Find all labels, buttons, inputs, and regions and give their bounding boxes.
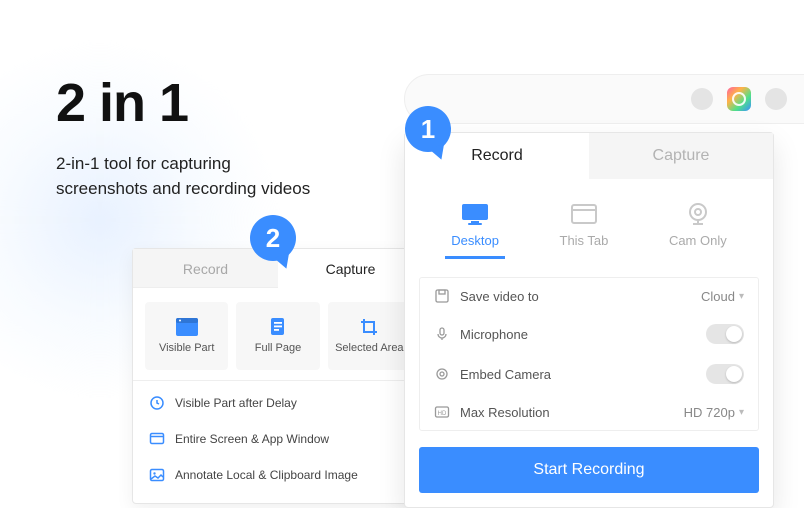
- webcam-icon: [682, 201, 714, 227]
- setting-value[interactable]: Cloud ▾: [701, 289, 744, 304]
- crop-icon: [358, 318, 380, 336]
- desktop-icon: [459, 201, 491, 227]
- extension-icon[interactable]: [727, 87, 751, 111]
- callout-badge-2: 2: [250, 215, 296, 261]
- setting-microphone: Microphone: [420, 314, 758, 354]
- toolbar-placeholder-dot: [765, 88, 787, 110]
- tab-capture[interactable]: Capture: [589, 133, 773, 179]
- capture-card-label: Selected Area: [335, 342, 404, 354]
- capture-card-label: Full Page: [255, 342, 301, 354]
- tab-icon: [568, 201, 600, 227]
- capture-visible-part[interactable]: Visible Part: [145, 302, 228, 370]
- source-desktop[interactable]: Desktop: [445, 197, 505, 259]
- setting-label: Max Resolution: [460, 405, 550, 420]
- capture-annotate[interactable]: Annotate Local & Clipboard Image: [133, 457, 423, 493]
- capture-card-label: Visible Part: [159, 342, 214, 354]
- capture-selected-area[interactable]: Selected Area: [328, 302, 411, 370]
- record-settings: Save video to Cloud ▾ Microphone Embed C…: [419, 277, 759, 431]
- setting-embed-camera: Embed Camera: [420, 354, 758, 394]
- setting-label: Embed Camera: [460, 367, 551, 382]
- save-value-text: Cloud: [701, 289, 735, 304]
- capture-entire-screen[interactable]: Entire Screen & App Window: [133, 421, 423, 457]
- microphone-icon: [434, 326, 450, 342]
- source-label: Cam Only: [669, 233, 727, 248]
- save-icon: [434, 288, 450, 304]
- hero-subtitle-line1: 2-in-1 tool for capturing: [56, 152, 310, 177]
- capture-list: Visible Part after Delay Entire Screen &…: [133, 380, 423, 503]
- capture-item-label: Entire Screen & App Window: [175, 432, 329, 446]
- hero-title: 2 in 1: [56, 72, 310, 134]
- capture-item-label: Annotate Local & Clipboard Image: [175, 468, 358, 482]
- setting-label: Save video to: [460, 289, 539, 304]
- capture-item-label: Visible Part after Delay: [175, 396, 297, 410]
- hd-icon: HD: [434, 404, 450, 420]
- tab-capture[interactable]: Capture: [278, 249, 423, 288]
- chevron-down-icon: ▾: [739, 407, 744, 418]
- window-icon: [149, 431, 165, 447]
- setting-save-to[interactable]: Save video to Cloud ▾: [420, 278, 758, 314]
- camera-icon: [434, 366, 450, 382]
- camera-toggle[interactable]: [706, 364, 744, 384]
- source-label: This Tab: [560, 233, 609, 248]
- hero-subtitle: 2-in-1 tool for capturing screenshots an…: [56, 152, 310, 201]
- record-tabs: Record Capture: [405, 133, 773, 179]
- microphone-toggle[interactable]: [706, 324, 744, 344]
- hero: 2 in 1 2-in-1 tool for capturing screens…: [56, 72, 310, 201]
- svg-text:HD: HD: [438, 411, 447, 417]
- image-icon: [149, 467, 165, 483]
- setting-value[interactable]: HD 720p ▾: [684, 405, 744, 420]
- callout-badge-1: 1: [405, 106, 451, 152]
- hero-subtitle-line2: screenshots and recording videos: [56, 177, 310, 202]
- resolution-value-text: HD 720p: [684, 405, 735, 420]
- source-this-tab[interactable]: This Tab: [554, 197, 615, 259]
- capture-mode-row: Visible Part Full Page Selected Area: [133, 288, 423, 380]
- setting-label: Microphone: [460, 327, 528, 342]
- capture-panel: Record Capture Visible Part Full Page Se…: [132, 248, 424, 504]
- document-scroll-icon: [267, 318, 289, 336]
- toolbar-placeholder-dot: [691, 88, 713, 110]
- record-source-row: Desktop This Tab Cam Only: [405, 179, 773, 267]
- record-panel: Record Capture Desktop This Tab Cam Only: [404, 132, 774, 508]
- capture-full-page[interactable]: Full Page: [236, 302, 319, 370]
- source-cam-only[interactable]: Cam Only: [663, 197, 733, 259]
- source-label: Desktop: [451, 233, 499, 248]
- clock-icon: [149, 395, 165, 411]
- setting-max-resolution[interactable]: HD Max Resolution HD 720p ▾: [420, 394, 758, 430]
- tab-record[interactable]: Record: [133, 249, 278, 288]
- chevron-down-icon: ▾: [739, 291, 744, 302]
- start-recording-button[interactable]: Start Recording: [419, 447, 759, 493]
- browser-window-icon: [176, 318, 198, 336]
- browser-toolbar: [404, 74, 804, 124]
- capture-after-delay[interactable]: Visible Part after Delay: [133, 385, 423, 421]
